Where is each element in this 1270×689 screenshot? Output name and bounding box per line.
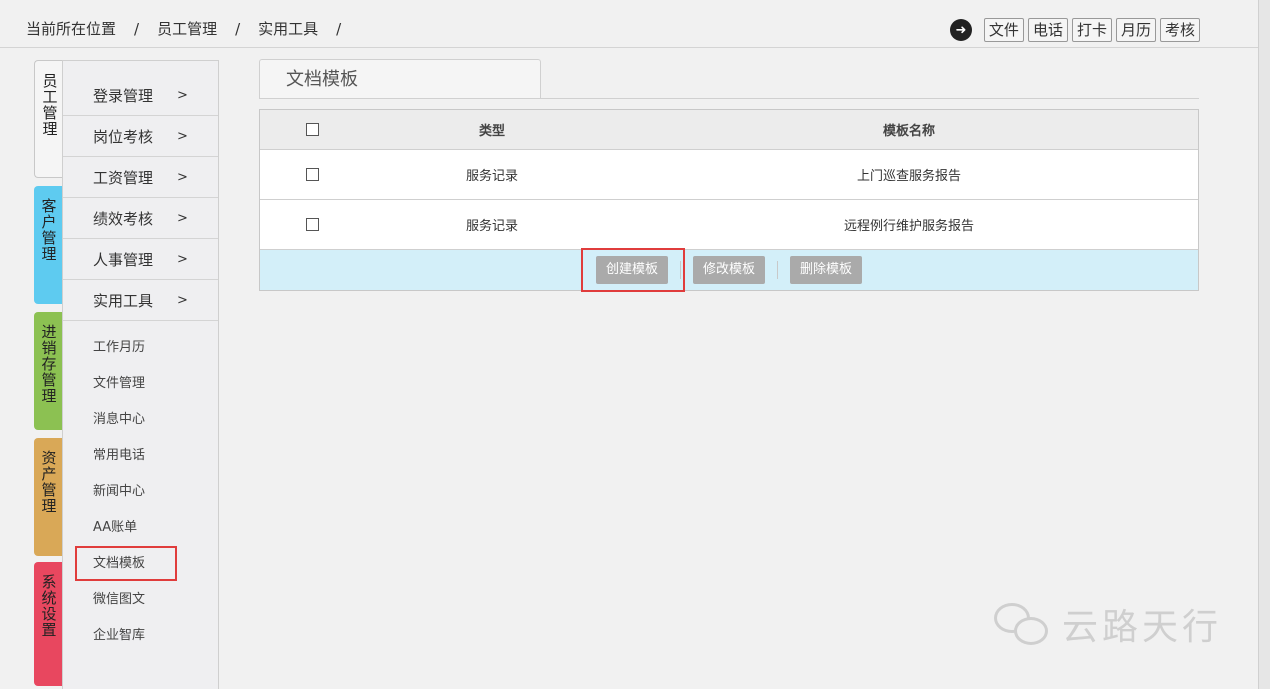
cell-type: 服务记录: [465, 219, 518, 234]
submenu-item-common-phones[interactable]: 常用电话: [63, 435, 218, 471]
sidebar-item-label: 工资管理: [93, 168, 154, 187]
submenu-item-work-calendar[interactable]: 工作月历: [63, 327, 218, 363]
tab-customer-management[interactable]: 客户管理: [34, 186, 64, 304]
tab-employee-management[interactable]: 员工管理: [34, 60, 64, 178]
quick-link-files[interactable]: 文件: [983, 18, 1024, 42]
breadcrumb-item-tools[interactable]: 实用工具: [258, 18, 318, 39]
submenu-item-message-center[interactable]: 消息中心: [63, 399, 218, 435]
submenu-item-aa-bill[interactable]: AA账单: [63, 507, 218, 543]
tab-inventory-management[interactable]: 进销存管理: [34, 312, 64, 430]
select-all-cell: [260, 123, 364, 136]
sidebar-item-salary-management[interactable]: 工资管理 >: [63, 157, 218, 198]
edit-template-button[interactable]: 修改模板: [692, 256, 765, 284]
sidebar-item-label: 岗位考核: [93, 127, 154, 146]
column-header-type: 类型: [478, 124, 505, 139]
button-divider: [777, 261, 778, 279]
quick-link-punch[interactable]: 打卡: [1071, 18, 1112, 42]
sidebar-item-utilities[interactable]: 实用工具 >: [63, 280, 218, 321]
utilities-submenu: 工作月历 文件管理 消息中心 常用电话 新闻中心 AA账单 文档模板 微信图文 …: [63, 321, 218, 651]
wechat-icon: [992, 599, 1052, 649]
tab-label: 员工管理: [42, 72, 58, 138]
watermark: 云路天行: [992, 598, 1222, 650]
scrollbar-track[interactable]: [1258, 0, 1270, 689]
breadcrumb-separator: /: [336, 19, 342, 38]
submenu-item-news-center[interactable]: 新闻中心: [63, 471, 218, 507]
breadcrumb-separator: /: [134, 19, 140, 38]
chevron-right-icon: >: [177, 169, 188, 185]
select-all-checkbox[interactable]: [305, 123, 319, 136]
tab-system-settings[interactable]: 系统设置: [34, 562, 64, 686]
quick-link-phone[interactable]: 电话: [1027, 18, 1068, 42]
watermark-text: 云路天行: [1062, 607, 1223, 648]
cell-name: 上门巡查服务报告: [856, 169, 961, 184]
table-actions-bar: 创建模板 修改模板 删除模板: [260, 248, 1198, 292]
templates-table: 类型 模板名称 服务记录 上门巡查服务报告 服务记录 远程例行维护服务报告 创建…: [259, 109, 1199, 292]
sidebar: 登录管理 > 岗位考核 > 工资管理 > 绩效考核 > 人事管理 > 实用工具 …: [62, 60, 219, 689]
table-row[interactable]: 服务记录 上门巡查服务报告: [260, 150, 1198, 200]
submenu-item-wechat-articles[interactable]: 微信图文: [63, 579, 218, 615]
tab-label: 客户管理: [41, 197, 57, 263]
sidebar-item-hr-management[interactable]: 人事管理 >: [63, 239, 218, 280]
sidebar-item-performance[interactable]: 绩效考核 >: [63, 198, 218, 239]
table-row[interactable]: 服务记录 远程例行维护服务报告: [260, 200, 1198, 250]
chevron-right-icon: >: [177, 87, 188, 103]
submenu-item-enterprise-library[interactable]: 企业智库: [63, 615, 218, 651]
delete-template-button[interactable]: 删除模板: [790, 256, 863, 284]
chevron-right-icon: >: [177, 128, 188, 144]
row-select-cell: [260, 168, 364, 181]
sidebar-item-label: 登录管理: [93, 86, 154, 105]
chevron-right-icon: >: [177, 210, 188, 226]
table-header-row: 类型 模板名称: [260, 110, 1198, 150]
quick-links: ➜ 文件 电话 打卡 月历 考核: [949, 18, 1200, 42]
column-header-name: 模板名称: [882, 124, 935, 139]
sidebar-item-position-assessment[interactable]: 岗位考核 >: [63, 116, 218, 157]
arrow-right-circle-icon: ➜: [949, 19, 972, 41]
tab-asset-management[interactable]: 资产管理: [34, 438, 64, 556]
quick-link-assessment[interactable]: 考核: [1159, 18, 1200, 42]
top-bar: 当前所在位置 / 员工管理 / 实用工具 / ➜ 文件 电话 打卡 月历 考核: [0, 0, 1258, 48]
chevron-right-icon: >: [177, 292, 188, 308]
submenu-item-document-templates[interactable]: 文档模板: [63, 543, 218, 581]
tab-label: 进销存管理: [41, 323, 57, 405]
row-select-cell: [260, 218, 364, 231]
submenu-item-file-management[interactable]: 文件管理: [63, 363, 218, 399]
sidebar-item-label: 绩效考核: [93, 209, 154, 228]
sidebar-item-login-management[interactable]: 登录管理 >: [63, 61, 218, 116]
quick-link-calendar[interactable]: 月历: [1115, 18, 1156, 42]
content-tab-document-templates[interactable]: 文档模板: [259, 59, 541, 98]
breadcrumb: 当前所在位置 / 员工管理 / 实用工具 /: [26, 18, 359, 39]
tab-label: 资产管理: [41, 449, 57, 515]
sidebar-item-label: 实用工具: [93, 291, 154, 310]
create-template-button[interactable]: 创建模板: [580, 248, 685, 292]
row-checkbox[interactable]: [305, 168, 319, 181]
breadcrumb-item-employee[interactable]: 员工管理: [157, 18, 217, 39]
chevron-right-icon: >: [177, 251, 188, 267]
cell-name: 远程例行维护服务报告: [843, 219, 974, 234]
tab-divider: [259, 98, 1199, 99]
sidebar-item-label: 人事管理: [93, 250, 154, 269]
tab-label: 系统设置: [41, 573, 57, 639]
cell-type: 服务记录: [465, 169, 518, 184]
row-checkbox[interactable]: [305, 218, 319, 231]
breadcrumb-separator: /: [235, 19, 241, 38]
breadcrumb-location-label: 当前所在位置: [26, 20, 117, 38]
